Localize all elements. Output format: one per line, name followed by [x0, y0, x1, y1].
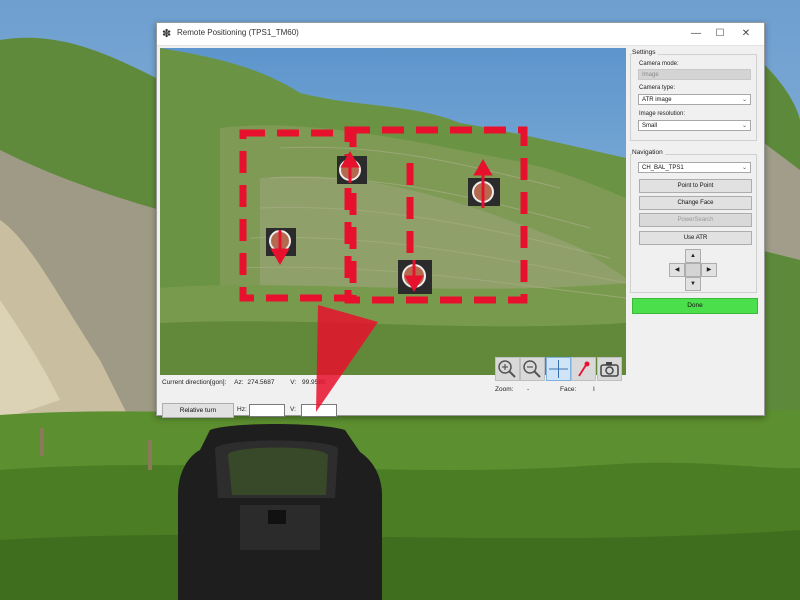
camera-icon [600, 362, 619, 377]
close-button[interactable]: ✕ [735, 26, 757, 42]
nav-up-button[interactable]: ▲ [685, 249, 701, 263]
point-to-point-button[interactable]: Point to Point [639, 179, 752, 193]
nav-down-button[interactable]: ▼ [685, 277, 701, 291]
relative-v-input[interactable] [301, 404, 337, 417]
zoom-out-button[interactable] [520, 357, 545, 381]
zoom-in-button[interactable] [495, 357, 520, 381]
title-bar[interactable]: ✽ Remote Positioning (TPS1_TM60) — ☐ ✕ [157, 23, 764, 46]
use-atr-button[interactable]: Use ATR [639, 231, 752, 245]
image-resolution-value: Small [642, 123, 658, 129]
camera-view[interactable] [160, 48, 626, 375]
chevron-down-icon: ⌄ [741, 97, 747, 103]
relative-hz-input[interactable] [249, 404, 285, 417]
hz-label: Az: [234, 379, 244, 386]
relative-turn-button[interactable]: Relative turn [162, 403, 234, 418]
nav-center-button [685, 263, 701, 277]
camera-type-select[interactable]: ATR image ⌄ [638, 94, 751, 105]
power-search-button: PowerSearch [639, 213, 752, 227]
laser-pointer-button[interactable] [571, 357, 596, 381]
face-label: Face: [560, 386, 577, 393]
face-value: I [593, 386, 595, 393]
navigation-group-label: Navigation [632, 149, 665, 156]
zoom-value: - [527, 386, 530, 393]
camera-mode-select: Image [638, 69, 751, 80]
zoom-label: Zoom: [495, 386, 514, 393]
zoom-in-icon [498, 360, 516, 378]
image-resolution-label: Image resolution: [639, 111, 686, 117]
window-title: Remote Positioning (TPS1_TM60) [177, 28, 299, 37]
maximize-button[interactable]: ☐ [709, 26, 731, 42]
camera-type-label: Camera type: [639, 85, 676, 91]
nav-left-button[interactable]: ◀ [669, 263, 685, 277]
v-value: 99.9580 [302, 379, 326, 386]
app-gear-icon: ✽ [162, 28, 172, 40]
settings-group-label: Settings [632, 49, 658, 56]
laser-pointer-icon [578, 361, 590, 377]
crosshair-button[interactable] [546, 357, 571, 381]
relative-v-label: V: [290, 406, 296, 413]
camera-mode-label: Camera mode: [639, 61, 679, 67]
camera-mode-value: Image [642, 72, 659, 78]
nav-right-button[interactable]: ▶ [701, 263, 717, 277]
camera-type-value: ATR image [642, 97, 672, 103]
direction-label: Current direction[gon]: [162, 379, 227, 386]
chevron-down-icon: ⌄ [741, 123, 747, 129]
relative-hz-label: Hz: [237, 406, 247, 413]
change-face-button[interactable]: Change Face [639, 196, 752, 210]
chevron-down-icon: ⌄ [741, 165, 747, 171]
crosshair-icon [549, 360, 568, 378]
image-resolution-select[interactable]: Small ⌄ [638, 120, 751, 131]
v-label: V: [290, 379, 297, 386]
camera-snapshot-button[interactable] [597, 357, 622, 381]
hz-value: 274.5687 [247, 379, 275, 386]
current-direction-row: Current direction[gon]: Az: 274.5687 V: … [162, 379, 326, 386]
done-button[interactable]: Done [632, 298, 758, 314]
station-value: CH_BAL_TPS1 [642, 165, 684, 171]
remote-positioning-window: ✽ Remote Positioning (TPS1_TM60) — ☐ ✕ C… [156, 22, 765, 418]
station-select[interactable]: CH_BAL_TPS1 ⌄ [638, 162, 751, 173]
zoom-out-icon [523, 360, 541, 378]
minimize-button[interactable]: — [685, 26, 707, 42]
